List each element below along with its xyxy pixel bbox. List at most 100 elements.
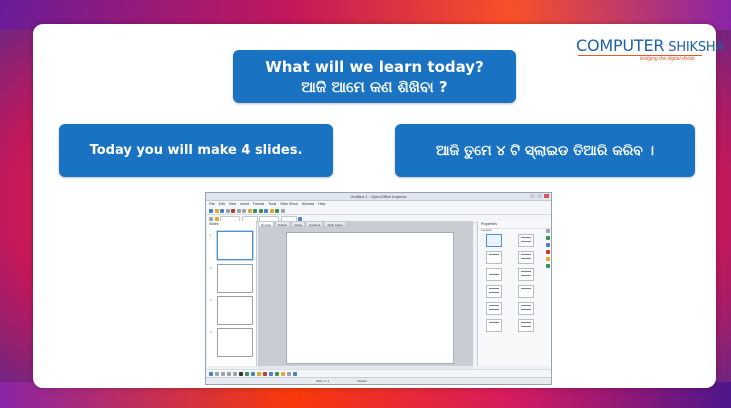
ellipse-tool-icon [233, 371, 237, 376]
drawing-toolbar [206, 369, 551, 377]
layout-four-content [486, 302, 502, 315]
pdf-icon [231, 208, 235, 213]
menu-tools: Tools [268, 202, 277, 206]
curve-tool-icon [245, 371, 249, 376]
standard-toolbar [206, 207, 551, 215]
symbol-shapes-icon [263, 371, 267, 376]
redo-icon [258, 208, 263, 213]
select-icon [209, 371, 213, 376]
title-english: What will we learn today? [265, 57, 484, 76]
line-tool-icon [215, 371, 219, 376]
navigator-icon [546, 264, 550, 268]
view-tabs: Normal Outline Notes Handout Slide Sorte… [258, 221, 347, 227]
undo-icon [253, 208, 257, 213]
print-icon [225, 208, 230, 213]
menu-view: View [228, 202, 237, 206]
line-icon [209, 216, 213, 221]
table-icon [264, 208, 268, 213]
minimize-icon [530, 194, 535, 198]
logo-brand-left: COMPUTER [576, 36, 665, 55]
tab-slide-sorter: Slide Sorter [324, 221, 347, 227]
logo-wordmark: COMPUTER SHIKSHA [576, 36, 724, 55]
status-slide-count: Slide 1 / 1 [316, 379, 330, 383]
master-slides-icon [546, 236, 550, 240]
computer-shiksha-logo: COMPUTER SHIKSHA bridging the digital di… [576, 36, 724, 62]
title-banner: What will we learn today? ଆଜି ଆମେ କଣ ଶିଖ… [233, 50, 516, 103]
slide-thumbnail [217, 231, 253, 260]
app-window-title: Untitled 1 - OpenOffice Impress [350, 194, 407, 199]
image-icon [269, 208, 274, 213]
menu-edit: Edit [218, 202, 225, 206]
menu-file: File [209, 202, 215, 206]
slide-number: 2 [210, 266, 212, 270]
layout-title [486, 251, 502, 264]
slides-pane-header: Slides [209, 222, 219, 226]
tab-normal: Normal [258, 221, 274, 227]
slide-number: 1 [210, 233, 212, 237]
open-icon [214, 208, 219, 213]
objective-odia-text: ଆଜି ତୁମେ ୪ ଟି ସ୍ଲାଇଡ ତିଆରି କରିବ । [435, 142, 655, 159]
animation-icon [546, 243, 550, 247]
menu-insert: Insert [240, 202, 249, 206]
menu-slide-show: Slide Show [280, 202, 298, 206]
gallery-icon [546, 257, 550, 261]
stars-icon [287, 371, 291, 376]
slide-number: 3 [210, 298, 212, 302]
new-icon [209, 208, 213, 213]
paste-icon [247, 208, 252, 213]
fill-icon [214, 216, 219, 221]
layout-title-content-2 [518, 268, 534, 281]
window-controls [530, 194, 549, 198]
arrow-tool-icon [221, 371, 225, 376]
chart-icon [275, 208, 279, 213]
copy-icon [242, 208, 246, 213]
status-master: Default [357, 379, 367, 383]
layout-six-content [518, 302, 534, 315]
app-title-bar: Untitled 1 - OpenOffice Impress [206, 193, 551, 201]
text-tool-icon [239, 371, 243, 376]
slide-thumbnail [217, 264, 253, 293]
layouts-label: Layouts [481, 228, 492, 232]
help-icon [280, 208, 285, 213]
layout-vertical-text [518, 319, 534, 332]
layout-vertical-title [486, 319, 502, 332]
save-icon [220, 208, 224, 213]
logo-brand-right: SHIKSHA [668, 40, 725, 55]
shadow-icon [298, 216, 302, 221]
slide-number: 4 [210, 330, 212, 334]
layout-title-2content [518, 251, 534, 264]
menu-format: Format [252, 202, 265, 206]
rectangle-tool-icon [227, 371, 231, 376]
properties-icon [546, 229, 550, 233]
layout-title-only [518, 285, 534, 298]
objective-english-text: Today you will make 4 slides. [89, 143, 303, 158]
objective-english-banner: Today you will make 4 slides. [59, 124, 333, 177]
tab-notes: Notes [291, 221, 306, 227]
layout-centered-text [486, 268, 502, 281]
block-arrows-icon [269, 371, 273, 376]
layout-two-column [486, 285, 502, 298]
maximize-icon [537, 194, 542, 198]
close-icon [544, 194, 549, 198]
layout-blank [486, 234, 502, 247]
shapes-icon [257, 371, 261, 376]
cut-icon [236, 208, 241, 213]
slide-editor: Normal Outline Notes Handout Slide Sorte… [258, 221, 473, 366]
tab-outline: Outline [274, 221, 291, 227]
logo-tagline: bridging the digital divide [640, 56, 696, 62]
tab-handout: Handout [306, 221, 324, 227]
slide-thumbnail [217, 296, 253, 325]
callouts-icon [281, 371, 285, 376]
flowchart-icon [275, 371, 279, 376]
slide-thumbnail [217, 328, 253, 357]
properties-panel: Properties Layouts [477, 221, 551, 366]
objective-odia-banner: ଆଜି ତୁମେ ୪ ଟି ସ୍ଲାଇଡ ତିଆରି କରିବ । [395, 124, 695, 177]
menu-window: Window [301, 202, 315, 206]
slide-canvas [286, 232, 454, 364]
sidebar-deck [546, 229, 551, 271]
impress-screenshot: Untitled 1 - OpenOffice Impress File Edi… [205, 192, 552, 385]
fontwork-icon [293, 371, 297, 376]
title-odia: ଆଜି ଆମେ କଣ ଶିଖିବା ? [301, 77, 448, 96]
transition-icon [546, 250, 550, 254]
connector-icon [251, 371, 255, 376]
